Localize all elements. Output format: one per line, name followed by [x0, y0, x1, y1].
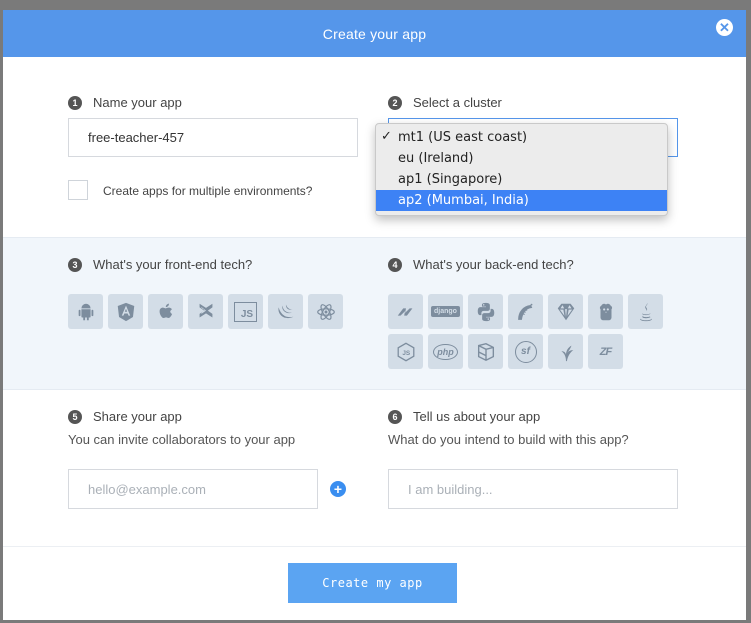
check-icon: ✓	[381, 129, 392, 144]
create-app-modal: Create your app ✕ 1 Name your app free-t…	[3, 10, 746, 620]
description-placeholder: I am building...	[408, 481, 493, 497]
option-label: ap2 (Mumbai, India)	[398, 193, 529, 208]
option-label: eu (Ireland)	[398, 151, 474, 166]
dotnet-icon[interactable]	[388, 294, 423, 329]
ruby-icon[interactable]	[548, 294, 583, 329]
step5-label: 5 Share your app	[68, 409, 182, 424]
cluster-option-mt1[interactable]: ✓ mt1 (US east coast)	[376, 127, 667, 148]
backend-tech-grid: django JS php sf ZF	[388, 294, 678, 369]
step6-label: 6 Tell us about your app	[388, 409, 540, 424]
add-collaborator-icon[interactable]: +	[330, 481, 346, 497]
tell-us-subtext: What do you intend to build with this ap…	[388, 432, 629, 447]
cluster-option-ap2[interactable]: ap2 (Mumbai, India)	[376, 190, 667, 211]
step-number-badge: 4	[388, 257, 402, 272]
step2-label: 2 Select a cluster	[388, 95, 502, 110]
option-label: mt1 (US east coast)	[398, 130, 528, 145]
frontend-tech-label: What's your front-end tech?	[93, 257, 253, 272]
email-placeholder: hello@example.com	[88, 481, 206, 497]
angular-icon[interactable]	[108, 294, 143, 329]
section-tech: 3 What's your front-end tech? JS 4 What'…	[3, 237, 746, 390]
multiple-environments-checkbox[interactable]	[68, 180, 88, 200]
cluster-dropdown-menu: ✓ mt1 (US east coast) eu (Ireland) ap1 (…	[375, 123, 668, 216]
modal-header: Create your app	[3, 10, 746, 57]
android-icon[interactable]	[68, 294, 103, 329]
step-number-badge: 6	[388, 409, 402, 424]
create-my-app-button[interactable]: Create my app	[288, 563, 457, 603]
modal-title: Create your app	[322, 25, 427, 42]
step-number-badge: 5	[68, 409, 82, 424]
react-icon[interactable]	[308, 294, 343, 329]
section-share-describe: 5 Share your app You can invite collabor…	[3, 390, 746, 546]
share-app-label: Share your app	[93, 409, 182, 424]
symfony-circle: sf	[514, 340, 537, 363]
django-text: django	[431, 306, 460, 317]
share-app-subtext: You can invite collaborators to your app	[68, 432, 296, 447]
backbone-icon[interactable]	[188, 294, 223, 329]
python-icon[interactable]	[468, 294, 503, 329]
collaborator-email-input[interactable]: hello@example.com	[68, 469, 318, 509]
apple-icon[interactable]	[148, 294, 183, 329]
js-text: JS	[233, 301, 258, 322]
javascript-icon[interactable]: JS	[228, 294, 263, 329]
nodejs-icon[interactable]: JS	[388, 334, 423, 369]
step1-label: 1 Name your app	[68, 95, 182, 110]
django-icon[interactable]: django	[428, 294, 463, 329]
step-number-badge: 2	[388, 95, 402, 110]
modal-footer: Create my app	[3, 546, 746, 620]
go-icon[interactable]	[588, 294, 623, 329]
jquery-icon[interactable]	[268, 294, 303, 329]
php-text: php	[433, 343, 458, 360]
step-number-badge: 3	[68, 257, 82, 272]
java-icon[interactable]	[628, 294, 663, 329]
php-icon[interactable]: php	[428, 334, 463, 369]
app-name-value: free-teacher-457	[88, 130, 185, 145]
sf-text: sf	[521, 346, 530, 357]
name-your-app-label: Name your app	[93, 95, 182, 110]
select-cluster-label: Select a cluster	[413, 95, 502, 110]
step4-label: 4 What's your back-end tech?	[388, 257, 574, 272]
step3-label: 3 What's your front-end tech?	[68, 257, 252, 272]
laravel-icon[interactable]	[468, 334, 503, 369]
tell-us-label: Tell us about your app	[413, 409, 541, 424]
rails-icon[interactable]	[508, 294, 543, 329]
frontend-tech-grid: JS	[68, 294, 358, 329]
zend-icon[interactable]: ZF	[588, 334, 623, 369]
symfony-icon[interactable]: sf	[508, 334, 543, 369]
close-icon[interactable]: ✕	[716, 19, 733, 36]
zf-text: ZF	[599, 345, 612, 358]
app-description-input[interactable]: I am building...	[388, 469, 678, 509]
svg-text:JS: JS	[402, 350, 411, 357]
cluster-option-ap1[interactable]: ap1 (Singapore)	[376, 169, 667, 190]
option-label: ap1 (Singapore)	[398, 172, 503, 187]
cakephp-icon[interactable]	[548, 334, 583, 369]
backend-tech-label: What's your back-end tech?	[413, 257, 574, 272]
app-name-input[interactable]: free-teacher-457	[68, 118, 358, 157]
step-number-badge: 1	[68, 95, 82, 110]
cluster-option-eu[interactable]: eu (Ireland)	[376, 148, 667, 169]
multiple-environments-label: Create apps for multiple environments?	[103, 184, 313, 198]
